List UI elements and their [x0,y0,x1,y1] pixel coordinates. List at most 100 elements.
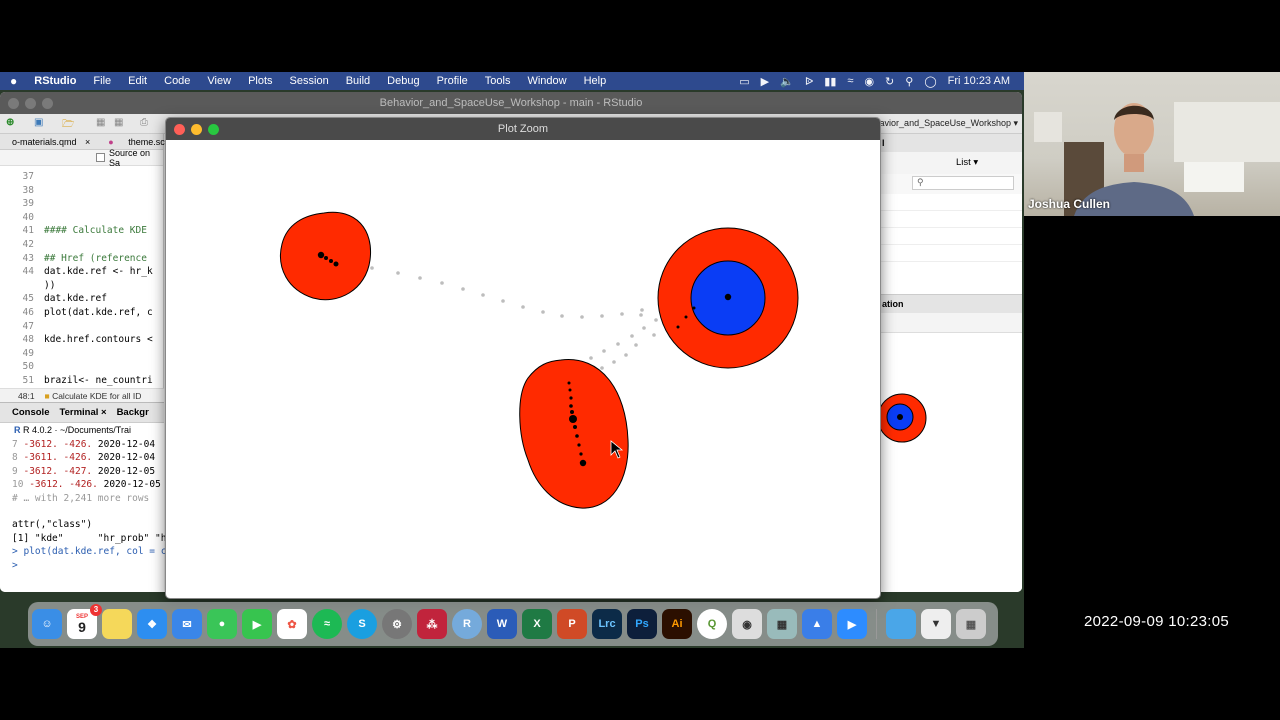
kde-home-range-plot[interactable] [166,140,881,599]
project-menu[interactable]: avior_and_SpaceUse_Workshop ▾ [880,118,1018,129]
code-line[interactable]: )) [0,279,163,293]
notes-icon[interactable] [102,609,132,639]
env-row[interactable] [880,211,1022,228]
spotify-icon[interactable]: ≈ [312,609,342,639]
code-line[interactable]: 49 [0,347,163,361]
tab-materials-qmd[interactable]: o-materials.qmd × [0,137,96,147]
trash-icon[interactable]: ▦ [956,609,986,639]
mail-icon[interactable]: ✉ [172,609,202,639]
menu-view[interactable]: View [207,75,231,87]
plot-zoom-minimize-button[interactable] [191,124,202,135]
print-icon[interactable]: ⎙ [140,117,148,128]
folder-icon[interactable] [886,609,916,639]
code-line[interactable]: 39 [0,197,163,211]
calendar-icon[interactable]: SEP 9 3 [67,604,102,639]
plot-zoom-close-button[interactable] [174,124,185,135]
code-line[interactable]: 48 kde.href.contours < [0,333,163,347]
plot-zoom-maximize-button[interactable] [208,124,219,135]
skype-icon[interactable]: S [347,609,377,639]
list-view-dropdown[interactable]: List ▾ [956,157,978,168]
downloads-icon[interactable]: ▼ [921,609,951,639]
location-point [569,404,573,408]
menu-profile[interactable]: Profile [437,75,468,87]
messages-icon[interactable]: ● [207,609,237,639]
code-line[interactable]: 37 [0,170,163,184]
menu-session[interactable]: Session [290,75,329,87]
code-line[interactable]: 38 [0,184,163,198]
system-preferences-icon[interactable]: ⚙ [382,609,412,639]
rstudio-icon[interactable]: R [452,609,482,639]
minimize-window-button[interactable] [25,98,36,109]
menu-rstudio[interactable]: RStudio [34,75,76,87]
new-file-icon[interactable]: ⊕ [6,117,14,128]
environment-search-input[interactable]: ⚲ [912,176,1014,190]
menu-debug[interactable]: Debug [387,75,419,87]
time-machine-icon[interactable]: ↻ [885,75,894,88]
spotlight-search-icon[interactable]: ⚲ [905,75,913,88]
save-all-icon[interactable]: ▦ [114,117,123,128]
wifi-icon[interactable]: ≈ [847,75,853,87]
qgis-icon[interactable]: Q [697,609,727,639]
menu-code[interactable]: Code [164,75,190,87]
volume-icon[interactable]: 🔈 [780,75,794,88]
photos-icon[interactable]: ✿ [277,609,307,639]
zoom-icon[interactable]: ▶ [837,609,867,639]
console-output[interactable]: 7 -3612. -426. 2020-12-04 8 -3611. -426. … [0,438,172,572]
plot-preview-thumbnail[interactable] [877,333,1022,591]
stage-manager-icon[interactable]: ▭ [739,75,749,88]
user-icon[interactable]: ◉ [864,75,874,88]
mendeley-icon[interactable]: ⁂ [417,609,447,639]
console-more: # … with 2,241 more rows [12,492,150,504]
open-file-icon[interactable]: 🗁 [62,117,74,134]
play-icon[interactable]: ▶ [761,75,769,88]
code-line[interactable]: 50 [0,360,163,374]
code-line[interactable]: 41 #### Calculate KDE [0,224,163,238]
env-row[interactable] [880,245,1022,262]
code-line[interactable]: 46 plot(dat.kde.ref, c [0,306,163,320]
close-window-button[interactable] [8,98,19,109]
preview-icon[interactable]: ▦ [767,609,797,639]
menu-help[interactable]: Help [584,75,607,87]
section-navigator[interactable]: ■ Calculate KDE for all ID [45,391,142,401]
menu-plots[interactable]: Plots [248,75,272,87]
menu-file[interactable]: File [93,75,111,87]
code-line[interactable]: 44 dat.kde.ref <- hr_k [0,265,163,279]
code-line[interactable]: 40 [0,211,163,225]
bluetooth-icon[interactable]: ᐉ [805,75,813,88]
open-project-icon[interactable]: ▣ [34,117,43,128]
menu-build[interactable]: Build [346,75,370,87]
facetime-icon[interactable]: ▶ [242,609,272,639]
menu-edit[interactable]: Edit [128,75,147,87]
screenshot-icon[interactable]: ◉ [732,609,762,639]
illustrator-icon[interactable]: Ai [662,609,692,639]
tab-terminal[interactable]: Terminal × [59,407,106,418]
menu-window[interactable]: Window [527,75,566,87]
safari-icon[interactable]: ❖ [137,609,167,639]
tab-console[interactable]: Console [12,407,49,418]
menubar-clock[interactable]: Fri 10:23 AM [948,75,1010,87]
save-icon[interactable]: ▦ [96,117,105,128]
powerpoint-icon[interactable]: P [557,609,587,639]
excel-icon[interactable]: X [522,609,552,639]
word-icon[interactable]: W [487,609,517,639]
menu-tools[interactable]: Tools [485,75,511,87]
line-number: 40 [22,211,34,223]
code-area[interactable]: 37 38 39 40 41 #### Calculate KDE 42 43 ## Href … [0,166,163,388]
photoshop-icon[interactable]: Ps [627,609,657,639]
keynote-icon[interactable]: ▲ [802,609,832,639]
lightroom-icon[interactable]: Lrc [592,609,622,639]
tab-background-jobs[interactable]: Backgr [117,407,149,418]
siri-icon[interactable]: ◯ [924,75,936,88]
code-line[interactable]: 51 brazil<- ne_countri [0,374,163,388]
code-line[interactable]: 43 ## Href (reference [0,252,163,266]
battery-icon[interactable]: ▮▮ [824,75,836,88]
code-line[interactable]: 45 dat.kde.ref [0,292,163,306]
source-on-save-checkbox[interactable] [96,153,105,162]
apple-menu-icon[interactable]: ● [10,74,17,88]
code-line[interactable]: 47 [0,320,163,334]
finder-icon[interactable]: ☺ [32,609,62,639]
env-row[interactable] [880,228,1022,245]
code-line[interactable]: 42 [0,238,163,252]
zoom-window-button[interactable] [42,98,53,109]
env-row[interactable] [880,194,1022,211]
